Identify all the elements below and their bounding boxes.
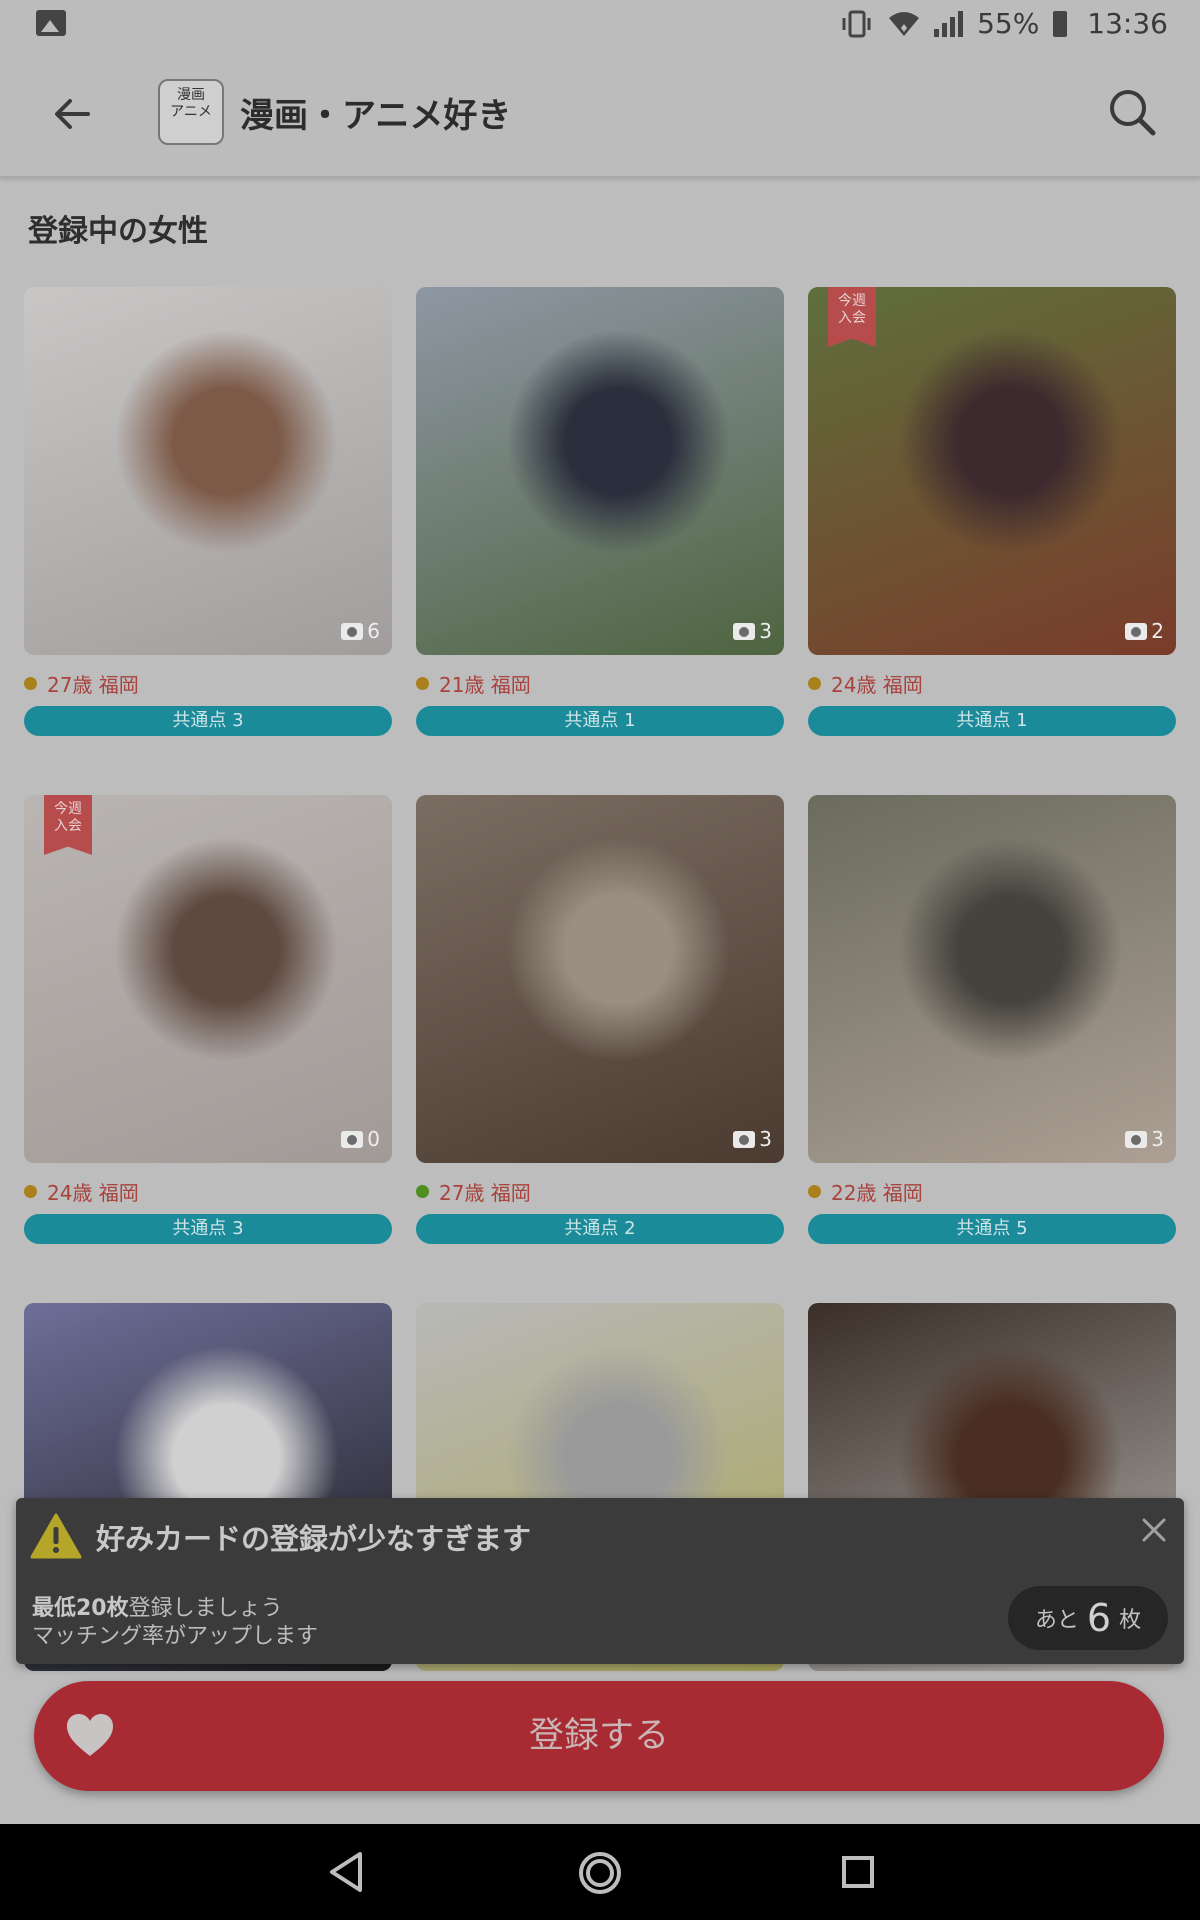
- community-icon-text: 漫画: [177, 87, 205, 103]
- member-photo[interactable]: 今週 入会 0: [24, 795, 392, 1163]
- member-info: 27歳 福岡: [24, 667, 392, 699]
- close-icon[interactable]: [1138, 1514, 1170, 1546]
- gallery-notification-icon: [36, 10, 66, 36]
- photo-count: 3: [733, 1127, 772, 1151]
- online-status-dot: [416, 676, 429, 690]
- common-points-badge: 共通点 1: [416, 706, 784, 736]
- camera-icon: [733, 622, 756, 640]
- member-info: 27歳 福岡: [416, 1175, 784, 1207]
- photo-count-number: 0: [367, 1127, 380, 1151]
- common-points-badge: 共通点 5: [808, 1214, 1176, 1244]
- community-icon: 漫画 アニメ: [158, 79, 224, 145]
- age-location: 21歳 福岡: [439, 672, 531, 697]
- camera-icon: [733, 1130, 756, 1148]
- new-member-badge: 今週 入会: [828, 287, 876, 347]
- low-registration-warning: 好みカードの登録が少なすぎます 最低20枚登録しましょう マッチング率がアップし…: [16, 1498, 1184, 1664]
- photo-count: 3: [733, 619, 772, 643]
- age-location: 24歳 福岡: [831, 672, 923, 697]
- online-status-dot: [24, 1184, 37, 1198]
- member-photo[interactable]: 3: [416, 287, 784, 655]
- online-status-dot: [808, 1184, 821, 1198]
- photo-count-number: 3: [759, 1127, 772, 1151]
- remaining-count: 6: [1086, 1596, 1112, 1640]
- wifi-icon: [889, 11, 920, 36]
- member-photo[interactable]: 3: [808, 795, 1176, 1163]
- register-button-label: 登録する: [528, 1716, 669, 1756]
- photo-count: 0: [341, 1127, 380, 1151]
- member-info: 22歳 福岡: [808, 1175, 1176, 1207]
- age-location: 27歳 福岡: [439, 1180, 531, 1205]
- remaining-prefix: あと: [1034, 1608, 1079, 1633]
- warning-title: 好みカードの登録が少なすぎます: [96, 1522, 532, 1556]
- clock: 13:36: [1087, 7, 1168, 40]
- warning-submessage: マッチング率がアップします: [32, 1624, 319, 1649]
- new-member-badge: 今週 入会: [44, 795, 92, 855]
- photo-count-number: 2: [1151, 619, 1164, 643]
- member-info: 24歳 福岡: [24, 1175, 392, 1207]
- camera-icon: [341, 622, 364, 640]
- camera-icon: [1125, 1130, 1148, 1148]
- camera-icon: [1125, 622, 1148, 640]
- online-status-dot: [808, 676, 821, 690]
- age-location: 22歳 福岡: [831, 1180, 923, 1205]
- section-title: 登録中の女性: [28, 214, 208, 249]
- app-header: 漫画 アニメ 漫画・アニメ好き: [0, 50, 1200, 178]
- photo-count: 3: [1125, 1127, 1164, 1151]
- back-arrow-icon[interactable]: [48, 90, 96, 138]
- photo-count-number: 3: [1151, 1127, 1164, 1151]
- online-status-dot: [24, 676, 37, 690]
- photo-count-number: 6: [367, 619, 380, 643]
- page-title: 漫画・アニメ好き: [240, 96, 512, 136]
- member-photo[interactable]: 今週 入会 2: [808, 287, 1176, 655]
- photo-count-number: 3: [759, 619, 772, 643]
- member-info: 24歳 福岡: [808, 667, 1176, 699]
- warning-icon: [30, 1513, 82, 1559]
- nav-recents-icon[interactable]: [836, 1850, 880, 1894]
- register-button[interactable]: 登録する: [34, 1681, 1164, 1791]
- nav-back-icon[interactable]: [326, 1850, 366, 1894]
- photo-count: 6: [341, 619, 380, 643]
- common-points-badge: 共通点 2: [416, 1214, 784, 1244]
- member-info: 21歳 福岡: [416, 667, 784, 699]
- battery-icon: [1053, 10, 1068, 37]
- photo-count: 2: [1125, 619, 1164, 643]
- signal-icon: [934, 10, 964, 37]
- battery-percent: 55%: [977, 7, 1040, 40]
- member-photo[interactable]: 6: [24, 287, 392, 655]
- vibrate-icon: [842, 10, 871, 37]
- navigation-bar: [0, 1824, 1200, 1920]
- status-bar: 55% 13:36: [0, 0, 1200, 50]
- community-icon-text: アニメ: [170, 104, 212, 120]
- age-location: 24歳 福岡: [47, 1180, 139, 1205]
- age-location: 27歳 福岡: [47, 672, 139, 697]
- remaining-count-badge: あと 6 枚: [1008, 1586, 1168, 1650]
- common-points-badge: 共通点 1: [808, 706, 1176, 736]
- camera-icon: [341, 1130, 364, 1148]
- online-status-dot: [416, 1184, 429, 1198]
- nav-home-icon[interactable]: [577, 1850, 623, 1896]
- search-icon[interactable]: [1106, 86, 1158, 138]
- common-points-badge: 共通点 3: [24, 706, 392, 736]
- member-photo[interactable]: 3: [416, 795, 784, 1163]
- common-points-badge: 共通点 3: [24, 1214, 392, 1244]
- remaining-suffix: 枚: [1119, 1608, 1142, 1633]
